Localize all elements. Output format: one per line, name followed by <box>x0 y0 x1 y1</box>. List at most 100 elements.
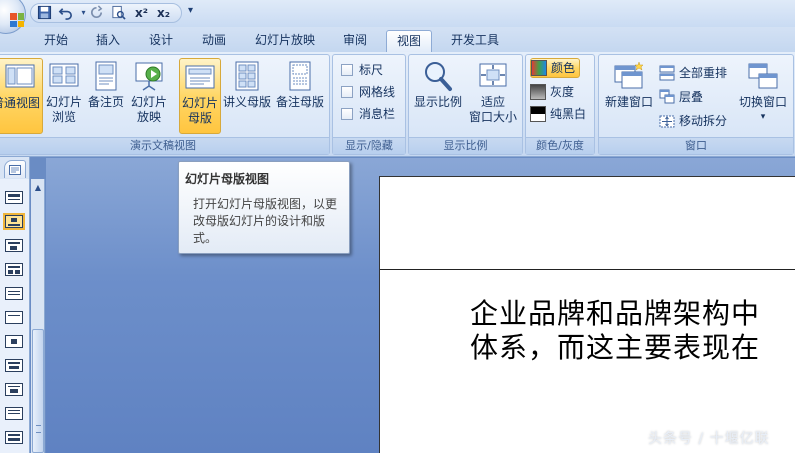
new-window-label: 新建窗口 <box>604 95 653 109</box>
notes-page-button[interactable]: 备注页 <box>86 58 126 134</box>
grayscale-swatch-icon <box>530 84 546 100</box>
new-window-button[interactable]: 新建窗口 <box>601 58 657 134</box>
fit-to-window-icon <box>477 60 509 92</box>
fit-to-window-button[interactable]: 适应 窗口大小 <box>465 58 521 134</box>
gridlines-check-icon[interactable] <box>341 86 353 98</box>
group-label-show-hide: 显示/隐藏 <box>333 137 405 154</box>
zoom-label: 显示比例 <box>413 95 462 109</box>
slide-thumbnail[interactable] <box>5 191 23 204</box>
slide-thumbnail[interactable] <box>5 383 23 396</box>
tooltip-body: 打开幻灯片母版视图，以更改母版幻灯片的设计和版式。 <box>193 197 338 245</box>
superscript-button[interactable]: x² <box>133 4 150 21</box>
pane-tabs <box>0 157 30 179</box>
handout-master-button[interactable]: 讲义母版 <box>221 58 273 134</box>
pure-bw-button[interactable]: 纯黑白 <box>530 104 586 124</box>
redo-icon[interactable] <box>88 4 105 21</box>
ribbon-tabs: 开始 插入 设计 动画 幻灯片放映 审阅 视图 开发工具 <box>0 27 795 52</box>
color-label: 颜色 <box>551 61 576 75</box>
slideshow-label-1: 幻灯片 <box>130 95 167 109</box>
cascade-button[interactable]: 层叠 <box>659 87 703 107</box>
gridlines-checkbox[interactable]: 网格线 <box>341 82 395 102</box>
scrollbar-thumb[interactable] <box>32 329 44 453</box>
ruler-checkbox[interactable]: 标尺 <box>341 60 383 80</box>
slide-sorter-label-2: 浏览 <box>51 110 76 124</box>
group-zoom: 显示比例 适应 窗口大小 显示比例 <box>408 54 523 155</box>
slide-canvas[interactable]: 企业品牌和品牌架构中 体系，而这主要表现在 <box>379 176 795 453</box>
scroll-up-arrow-icon[interactable]: ▲ <box>32 181 44 194</box>
slide-thumbnail[interactable] <box>5 215 23 228</box>
pure-bw-swatch-icon <box>530 106 546 122</box>
slide-sorter-button[interactable]: 幻灯片 浏览 <box>43 58 85 134</box>
slide-thumbnail[interactable] <box>5 239 23 252</box>
grayscale-button[interactable]: 灰度 <box>530 82 574 102</box>
tab-review[interactable]: 审阅 <box>337 30 373 52</box>
message-bar-label: 消息栏 <box>359 107 396 121</box>
tab-design[interactable]: 设计 <box>143 30 179 52</box>
slides-tab-icon[interactable] <box>4 160 26 178</box>
move-split-button[interactable]: 移动拆分 <box>659 111 727 131</box>
slideshow-label-2: 放映 <box>136 110 161 124</box>
message-bar-check-icon[interactable] <box>341 108 353 120</box>
slideshow-button[interactable]: 幻灯片 放映 <box>127 58 171 134</box>
slide-text-line-2: 体系，而这主要表现在 <box>470 331 761 364</box>
slide-master-icon <box>184 61 216 93</box>
switch-windows-button[interactable]: 切换窗口 ▾ <box>735 58 791 134</box>
slideshow-icon <box>133 60 165 92</box>
tab-animation[interactable]: 动画 <box>196 30 232 52</box>
slide-thumbnail[interactable] <box>5 287 23 300</box>
slide-divider-line <box>380 269 795 270</box>
handout-master-icon <box>231 60 263 92</box>
tab-insert[interactable]: 插入 <box>90 30 126 52</box>
move-split-icon <box>659 113 675 129</box>
group-label-window: 窗口 <box>599 137 793 154</box>
message-bar-checkbox[interactable]: 消息栏 <box>341 104 395 124</box>
print-preview-icon[interactable] <box>110 4 127 21</box>
zoom-button[interactable]: 显示比例 <box>411 58 465 134</box>
tab-home[interactable]: 开始 <box>38 30 74 52</box>
slide-thumbnails <box>0 179 30 453</box>
save-icon[interactable] <box>36 4 53 21</box>
slide-sorter-label-1: 幻灯片 <box>45 95 82 109</box>
grayscale-label: 灰度 <box>550 85 575 99</box>
notes-page-label: 备注页 <box>87 95 124 109</box>
tooltip-title: 幻灯片母版视图 <box>185 172 270 186</box>
switch-windows-arrow-icon[interactable]: ▾ <box>735 110 791 125</box>
slide-master-tooltip: 幻灯片母版视图 打开幻灯片母版视图，以更改母版幻灯片的设计和版式。 <box>178 161 350 254</box>
slide-thumbnail[interactable] <box>5 431 23 444</box>
group-label-color-grayscale: 颜色/灰度 <box>526 137 594 154</box>
group-color-grayscale: 颜色 灰度 纯黑白 颜色/灰度 <box>525 54 595 155</box>
group-show-hide: 标尺 网格线 消息栏 显示/隐藏 <box>332 54 406 155</box>
color-button[interactable]: 颜色 <box>530 58 581 78</box>
slide-thumbnail[interactable] <box>5 335 23 348</box>
subscript-button[interactable]: x₂ <box>155 4 172 21</box>
slide-master-button[interactable]: 幻灯片 母版 <box>179 58 221 134</box>
pure-bw-label: 纯黑白 <box>550 107 587 121</box>
group-label-presentation-views: 演示文稿视图 <box>0 137 329 154</box>
thumbnail-scrollbar[interactable]: ▲ <box>31 179 45 453</box>
fit-label-2: 窗口大小 <box>468 110 517 124</box>
tab-developer[interactable]: 开发工具 <box>445 30 505 52</box>
gridlines-label: 网格线 <box>359 85 396 99</box>
tab-view[interactable]: 视图 <box>386 30 432 52</box>
office-logo-icon <box>10 13 24 27</box>
slide-thumbnail[interactable] <box>5 359 23 372</box>
color-swatch-icon <box>531 60 547 76</box>
arrange-all-button[interactable]: 全部重排 <box>659 63 727 83</box>
normal-view-button[interactable]: 普通视图 <box>0 58 43 134</box>
ruler-check-icon[interactable] <box>341 64 353 76</box>
magnifier-icon <box>422 60 454 92</box>
slide-thumbnail[interactable] <box>5 263 23 276</box>
notes-master-button[interactable]: 备注母版 <box>274 58 326 134</box>
notes-page-icon <box>90 60 122 92</box>
customize-qat-button[interactable]: ▾ <box>188 5 193 16</box>
slide-sorter-icon <box>48 60 80 92</box>
slide-body-text[interactable]: 企业品牌和品牌架构中 体系，而这主要表现在 <box>470 297 795 365</box>
slide-master-label-1: 幻灯片 <box>181 96 218 110</box>
tab-slideshow[interactable]: 幻灯片放映 <box>248 30 322 52</box>
slide-thumbnail[interactable] <box>5 311 23 324</box>
undo-icon[interactable] <box>57 4 74 21</box>
cascade-label: 层叠 <box>679 90 704 104</box>
notes-master-label: 备注母版 <box>275 95 324 109</box>
slide-thumbnail[interactable] <box>5 407 23 420</box>
switch-windows-icon <box>747 60 779 92</box>
